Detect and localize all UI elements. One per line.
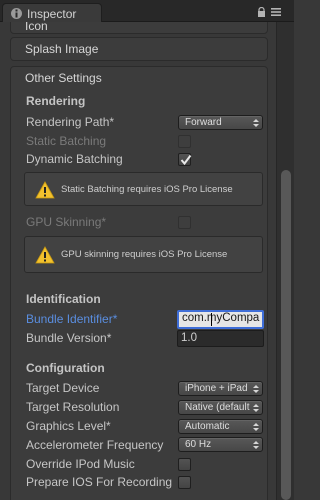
static-batching-checkbox[interactable] [178, 135, 191, 148]
gpu-skinning-warning-text: GPU skinning requires iOS Pro License [61, 249, 228, 260]
target-device-value: iPhone + iPad [185, 383, 248, 394]
graphics-level-label: Graphics Level* [26, 419, 111, 433]
static-batching-label: Static Batching [26, 134, 107, 148]
gpu-skinning-warning-box: GPU skinning requires iOS Pro License [24, 236, 263, 273]
text-caret [211, 313, 212, 326]
warning-icon [35, 246, 55, 264]
panel-menu-icon[interactable] [271, 7, 281, 17]
warning-icon [35, 181, 55, 199]
static-batching-warning-box: Static Batching requires iOS Pro License [24, 172, 263, 206]
dropdown-arrows-icon [253, 423, 259, 431]
gpu-skinning-checkbox[interactable] [178, 216, 191, 229]
other-settings-section: Other Settings [10, 66, 268, 500]
rendering-path-label: Rendering Path* [26, 115, 115, 129]
bundle-identifier-value: com.myCompa [182, 312, 260, 324]
target-resolution-label: Target Resolution [26, 400, 120, 414]
dynamic-batching-label: Dynamic Batching [26, 152, 123, 166]
bundle-identifier-label: Bundle Identifier* [26, 312, 118, 326]
rendering-header: Rendering [26, 94, 86, 108]
tab-inspector[interactable]: Inspector [2, 3, 102, 23]
tab-title: Inspector [27, 7, 77, 21]
dropdown-arrows-icon [253, 385, 259, 393]
tab-bar: Inspector [0, 0, 294, 23]
graphics-level-value: Automatic [185, 421, 230, 432]
dropdown-arrows-icon [253, 404, 259, 412]
prepare-ios-recording-label: Prepare IOS For Recording [26, 475, 173, 489]
splash-image-section[interactable]: Splash Image [10, 37, 268, 61]
bundle-version-label: Bundle Version* [26, 331, 112, 345]
dropdown-arrows-icon [253, 441, 259, 449]
target-resolution-value: Native (default [185, 402, 250, 413]
inspector-icon [11, 8, 22, 19]
dropdown-arrows-icon [253, 119, 259, 127]
override-ipod-music-label: Override IPod Music [26, 457, 135, 471]
bundle-identifier-field[interactable]: com.myCompa [177, 310, 264, 329]
graphics-level-dropdown[interactable]: Automatic [178, 419, 263, 434]
accelerometer-frequency-label: Accelerometer Frequency [26, 438, 164, 452]
checkmark-icon [180, 154, 192, 166]
rendering-path-value: Forward [185, 117, 222, 128]
rendering-path-dropdown[interactable]: Forward [178, 115, 263, 130]
bundle-version-field[interactable]: 1.0 [177, 330, 264, 347]
prepare-ios-recording-checkbox[interactable] [178, 476, 191, 489]
vertical-scrollbar[interactable] [276, 22, 294, 500]
gpu-skinning-label: GPU Skinning* [26, 215, 107, 229]
icon-section-title: Icon [25, 22, 48, 33]
other-settings-title[interactable]: Other Settings [25, 71, 102, 85]
bundle-version-value: 1.0 [181, 332, 197, 344]
override-ipod-music-checkbox[interactable] [178, 458, 191, 471]
configuration-header: Configuration [26, 361, 105, 375]
static-batching-warning-text: Static Batching requires iOS Pro License [61, 184, 233, 195]
accelerometer-frequency-value: 60 Hz [185, 439, 212, 450]
inspector-content: Icon Splash Image Other Settings Renderi… [0, 22, 294, 500]
identification-header: Identification [26, 292, 101, 306]
lock-icon[interactable] [257, 7, 266, 17]
scrollbar-thumb[interactable] [281, 170, 291, 500]
target-resolution-dropdown[interactable]: Native (default [178, 400, 263, 415]
target-device-label: Target Device [26, 381, 100, 395]
dynamic-batching-checkbox[interactable] [178, 153, 192, 166]
splash-image-title: Splash Image [25, 42, 99, 56]
accelerometer-frequency-dropdown[interactable]: 60 Hz [178, 437, 263, 452]
icon-section[interactable]: Icon [10, 22, 268, 34]
target-device-dropdown[interactable]: iPhone + iPad [178, 381, 263, 396]
